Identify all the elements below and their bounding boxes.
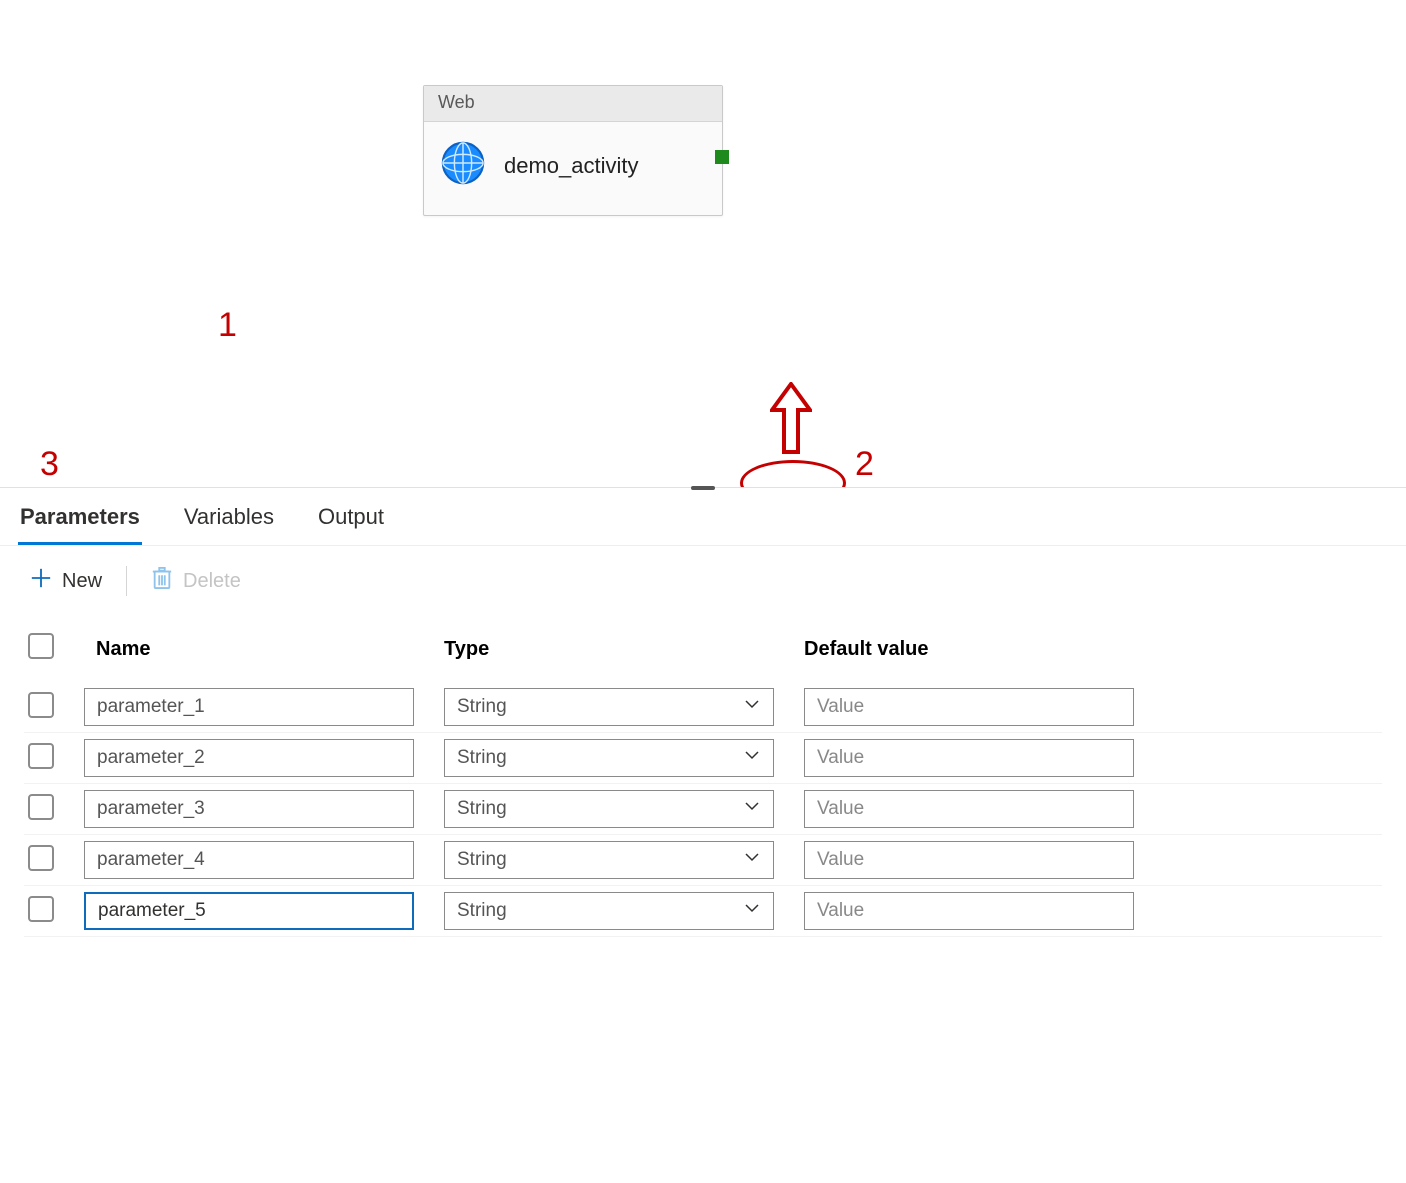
grid-header: Name Type Default value	[24, 620, 1382, 682]
column-header-type: Type	[444, 638, 804, 661]
tab-variables[interactable]: Variables	[182, 498, 276, 545]
chevron-down-icon	[743, 746, 761, 770]
parameter-type-value: String	[457, 696, 507, 718]
panel-resize-grip[interactable]	[688, 482, 718, 494]
chevron-down-icon	[743, 695, 761, 719]
panel-tabs: Parameters Variables Output	[0, 488, 1406, 546]
row-checkbox[interactable]	[28, 845, 54, 871]
parameter-name-input[interactable]	[84, 790, 414, 828]
row-checkbox[interactable]	[28, 794, 54, 820]
pipeline-canvas[interactable]: Web demo_activity	[0, 0, 1406, 487]
grip-icon	[691, 486, 715, 490]
row-checkbox[interactable]	[28, 896, 54, 922]
parameter-type-value: String	[457, 747, 507, 769]
parameters-toolbar: New Delete	[0, 546, 1406, 620]
trash-icon	[151, 566, 173, 596]
plus-icon	[30, 567, 52, 595]
parameter-type-value: String	[457, 849, 507, 871]
chevron-down-icon	[743, 899, 761, 923]
parameter-type-select[interactable]: String	[444, 841, 774, 879]
parameter-type-value: String	[457, 900, 507, 922]
parameter-name-input[interactable]	[84, 739, 414, 777]
activity-success-port[interactable]	[715, 150, 729, 164]
new-button[interactable]: New	[24, 563, 108, 599]
select-all-checkbox[interactable]	[28, 633, 54, 659]
row-checkbox[interactable]	[28, 692, 54, 718]
activity-node-web[interactable]: Web demo_activity	[423, 85, 723, 216]
parameter-type-select[interactable]: String	[444, 892, 774, 930]
annotation-3: 3	[40, 445, 59, 484]
new-button-label: New	[62, 570, 102, 593]
activity-type-label: Web	[424, 86, 722, 122]
parameter-default-value-input[interactable]	[804, 841, 1134, 879]
table-row: String	[24, 886, 1382, 937]
parameters-grid: Name Type Default value String String Stri…	[0, 620, 1406, 977]
parameter-default-value-input[interactable]	[804, 688, 1134, 726]
parameter-type-select[interactable]: String	[444, 688, 774, 726]
tab-output[interactable]: Output	[316, 498, 386, 545]
annotation-arrow-up-icon	[770, 382, 812, 454]
row-checkbox[interactable]	[28, 743, 54, 769]
delete-button-label: Delete	[183, 570, 241, 593]
toolbar-divider	[126, 566, 127, 596]
activity-body: demo_activity	[424, 122, 722, 215]
delete-button: Delete	[145, 562, 247, 600]
chevron-down-icon	[743, 797, 761, 821]
parameter-default-value-input[interactable]	[804, 739, 1134, 777]
parameter-name-input[interactable]	[84, 841, 414, 879]
parameter-type-select[interactable]: String	[444, 739, 774, 777]
globe-icon	[440, 140, 486, 191]
parameter-type-value: String	[457, 798, 507, 820]
parameter-default-value-input[interactable]	[804, 790, 1134, 828]
table-row: String	[24, 682, 1382, 733]
parameter-name-input[interactable]	[84, 688, 414, 726]
column-header-name: Name	[84, 638, 444, 661]
table-row: String	[24, 733, 1382, 784]
column-header-default-value: Default value	[804, 638, 1164, 661]
annotation-2: 2	[855, 445, 874, 484]
annotation-1: 1	[218, 306, 237, 345]
chevron-down-icon	[743, 848, 761, 872]
table-row: String	[24, 784, 1382, 835]
activity-name: demo_activity	[504, 153, 639, 179]
tab-parameters[interactable]: Parameters	[18, 498, 142, 545]
details-panel: Parameters Variables Output New	[0, 487, 1406, 977]
parameter-type-select[interactable]: String	[444, 790, 774, 828]
table-row: String	[24, 835, 1382, 886]
parameter-default-value-input[interactable]	[804, 892, 1134, 930]
parameter-name-input[interactable]	[84, 892, 414, 930]
